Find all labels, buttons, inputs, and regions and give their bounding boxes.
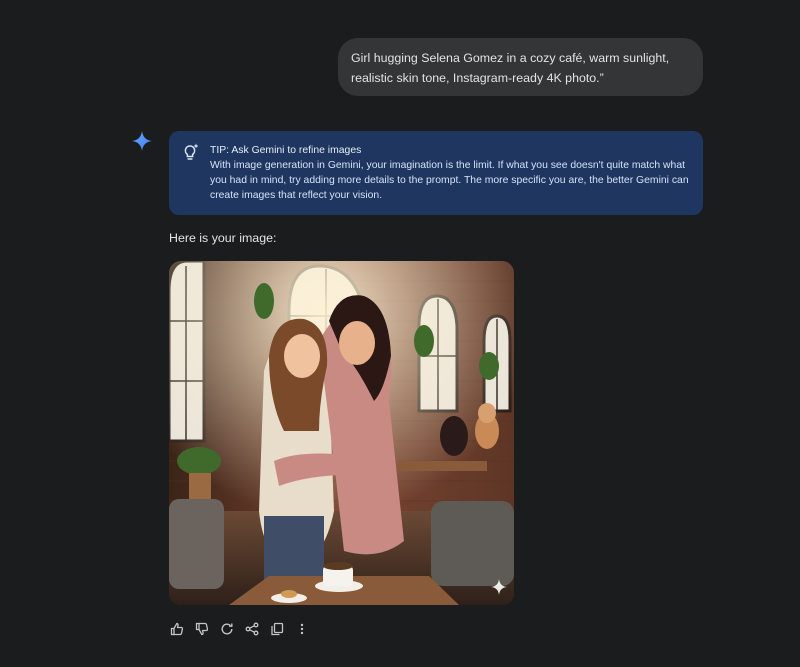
- thumbs-up-icon: [170, 622, 183, 636]
- response-intro: Here is your image:: [169, 231, 277, 245]
- gemini-sparkle-icon: [132, 131, 152, 151]
- thumbs-down-icon: [195, 622, 208, 636]
- tip-card: TIP: Ask Gemini to refine images With im…: [169, 131, 703, 215]
- thumbs-down-button[interactable]: [193, 621, 210, 638]
- more-options-icon: [300, 623, 303, 635]
- lightbulb-sparkle-icon: [184, 143, 199, 160]
- share-icon: [245, 622, 258, 636]
- tip-title: TIP: Ask Gemini to refine images: [210, 145, 362, 156]
- generated-image[interactable]: [169, 261, 514, 605]
- generated-image-illustration: [169, 261, 514, 605]
- user-prompt-bubble: Girl hugging Selena Gomez in a cozy café…: [338, 38, 703, 96]
- regenerate-button[interactable]: [218, 621, 235, 638]
- tip-body: With image generation in Gemini, your im…: [210, 160, 689, 201]
- user-prompt-text: Girl hugging Selena Gomez in a cozy café…: [351, 51, 670, 85]
- copy-button[interactable]: [268, 621, 285, 638]
- thumbs-up-button[interactable]: [168, 621, 185, 638]
- copy-icon: [270, 622, 283, 636]
- regenerate-icon: [221, 623, 232, 635]
- share-button[interactable]: [243, 621, 260, 638]
- response-actions: [168, 620, 310, 638]
- more-options-button[interactable]: [293, 621, 310, 638]
